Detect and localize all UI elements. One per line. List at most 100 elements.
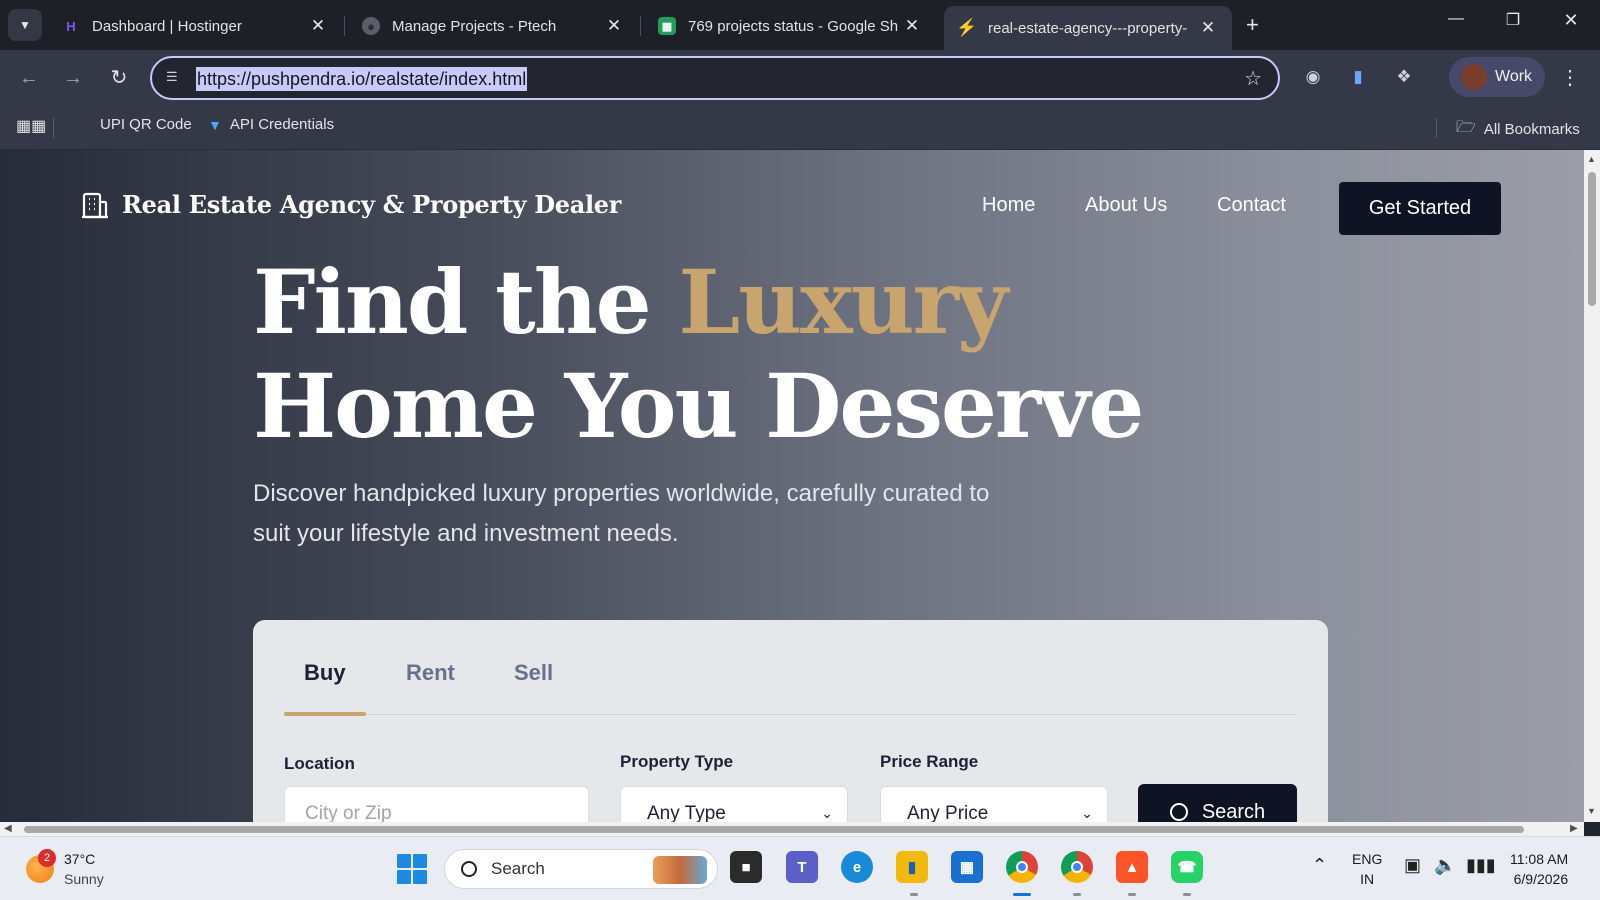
scrollbar-thumb[interactable] xyxy=(24,826,1524,833)
search-icon xyxy=(461,861,477,877)
scroll-up-icon[interactable]: ▲ xyxy=(1587,154,1596,164)
nav-home[interactable]: Home xyxy=(982,194,1035,217)
taskbar-search[interactable]: Search xyxy=(444,849,718,889)
building-icon xyxy=(82,192,108,218)
tab-hostinger[interactable]: H Dashboard | Hostinger ✕ xyxy=(58,8,332,44)
task-view-icon[interactable]: ■ xyxy=(730,851,762,883)
network-icon[interactable]: ▣ xyxy=(1404,855,1421,876)
nav-contact[interactable]: Contact xyxy=(1217,194,1286,217)
close-tab-icon[interactable]: ✕ xyxy=(604,16,624,36)
camera-icon[interactable]: ◉ xyxy=(1302,66,1324,88)
edge-icon[interactable]: e xyxy=(841,851,873,883)
app-running-indicator xyxy=(1073,893,1081,896)
bookmarks-bar: ▦▦ UPI QR Code ▼ API Credentials 🗁 All B… xyxy=(0,104,1600,150)
address-bar[interactable]: ☰ https://pushpendra.io/realstate/index.… xyxy=(150,56,1280,100)
all-bookmarks-button[interactable]: 🗁 All Bookmarks xyxy=(1456,116,1580,143)
chrome-icon[interactable] xyxy=(1061,851,1093,883)
search-tab-buy[interactable]: Buy xyxy=(304,660,346,686)
horizontal-scrollbar[interactable]: ◀ ▶ xyxy=(0,822,1584,836)
windows-taskbar: 2 37°C Sunny Search ■ T e ▮ ▦ ▲ ☎ ⌃ ENG … xyxy=(0,836,1600,900)
bookmark-divider xyxy=(1436,118,1437,138)
close-tab-icon[interactable]: ✕ xyxy=(1198,18,1218,38)
property-type-select[interactable]: Any Type ⌄ xyxy=(620,786,848,822)
price-range-value: Any Price xyxy=(907,803,989,822)
bookmark-upi-qr[interactable]: UPI QR Code xyxy=(100,116,192,133)
forward-arrow-icon[interactable]: → xyxy=(60,65,86,91)
bookmark-label: API Credentials xyxy=(229,116,335,133)
region-code: IN xyxy=(1360,871,1375,887)
profile-button[interactable]: Work xyxy=(1449,57,1545,97)
sheets-icon: ▦ xyxy=(658,17,676,35)
language-indicator[interactable]: ENG IN xyxy=(1352,849,1382,889)
scroll-down-icon[interactable]: ▼ xyxy=(1587,806,1596,816)
brave-icon[interactable]: ▲ xyxy=(1116,851,1148,883)
url-text[interactable]: https://pushpendra.io/realstate/index.ht… xyxy=(196,67,528,91)
site-brand-name: Real Estate Agency & Property Dealer xyxy=(122,190,622,219)
tab-manage-projects[interactable]: ● Manage Projects - Ptech ✕ xyxy=(358,8,628,44)
bookmark-api-credentials[interactable]: ▼ API Credentials xyxy=(208,116,334,133)
tab-google-sheets[interactable]: ▦ 769 projects status - Google Sh ✕ xyxy=(654,8,926,44)
chrome-work-icon[interactable] xyxy=(1006,851,1038,883)
tab-strip: ▼ H Dashboard | Hostinger ✕ ● Manage Pro… xyxy=(0,0,1600,50)
all-bookmarks-label: All Bookmarks xyxy=(1483,121,1580,138)
weather-widget[interactable]: 2 37°C Sunny xyxy=(26,849,104,889)
scroll-left-icon[interactable]: ◀ xyxy=(4,823,12,834)
bookmark-star-icon[interactable]: ☆ xyxy=(1244,66,1262,91)
bolt-icon: ⚡ xyxy=(956,18,978,37)
search-icon xyxy=(1169,803,1188,821)
taskbar-search-label: Search xyxy=(491,859,545,878)
close-tab-icon[interactable]: ✕ xyxy=(902,16,922,36)
browser-toolbar: ← → ↻ ☰ https://pushpendra.io/realstate/… xyxy=(0,50,1600,104)
extension-doc-icon[interactable]: ▮ xyxy=(1347,66,1369,88)
clock-date: 6/9/2026 xyxy=(1513,871,1569,887)
weather-temp: 37°C xyxy=(64,851,96,867)
minimize-icon[interactable]: — xyxy=(1441,10,1471,28)
active-tab-indicator xyxy=(284,712,366,716)
avatar xyxy=(1461,64,1487,90)
tab-title: real-estate-agency---property- xyxy=(988,19,1188,37)
clock[interactable]: 11:08 AM 6/9/2026 xyxy=(1510,849,1568,889)
more-menu-icon[interactable]: ⋮ xyxy=(1560,65,1580,90)
whatsapp-icon[interactable]: ☎ xyxy=(1171,851,1203,883)
tab-search-button[interactable]: ▼ xyxy=(8,9,42,41)
file-explorer-icon[interactable]: ▮ xyxy=(896,851,928,883)
chevron-down-icon: ▼ xyxy=(19,18,31,32)
site-logo[interactable]: Real Estate Agency & Property Dealer xyxy=(80,190,621,219)
restore-icon[interactable]: ❐ xyxy=(1498,10,1528,30)
notification-badge: 2 xyxy=(38,849,56,867)
new-tab-button[interactable]: + xyxy=(1246,12,1259,38)
get-started-button[interactable]: Get Started xyxy=(1339,182,1501,235)
volume-icon[interactable]: 🔈 xyxy=(1434,855,1456,876)
vertical-scrollbar[interactable]: ▲ ▼ xyxy=(1584,150,1600,822)
sun-icon: 2 xyxy=(26,849,56,883)
scroll-right-icon[interactable]: ▶ xyxy=(1570,823,1578,834)
chevron-up-icon[interactable]: ⌃ xyxy=(1312,855,1327,876)
price-range-select[interactable]: Any Price ⌄ xyxy=(880,786,1108,822)
close-window-icon[interactable]: ✕ xyxy=(1556,10,1586,31)
search-button[interactable]: Search xyxy=(1138,784,1297,822)
apps-grid-icon[interactable]: ▦▦ xyxy=(16,116,46,136)
clock-time: 11:08 AM xyxy=(1510,851,1569,867)
search-tab-rent[interactable]: Rent xyxy=(406,660,455,686)
tab-divider-line xyxy=(284,714,1297,715)
tab-divider xyxy=(344,16,345,36)
profile-label: Work xyxy=(1495,68,1533,85)
close-tab-icon[interactable]: ✕ xyxy=(308,16,328,36)
scrollbar-thumb[interactable] xyxy=(1588,172,1596,306)
back-arrow-icon[interactable]: ← xyxy=(16,65,42,91)
weather-condition: Sunny xyxy=(64,871,104,887)
site-settings-icon[interactable]: ☰ xyxy=(166,69,186,87)
reload-icon[interactable]: ↻ xyxy=(106,65,132,91)
microsoft-store-icon[interactable]: ▦ xyxy=(951,851,983,883)
windows-start-icon[interactable] xyxy=(397,854,427,884)
tab-title: Dashboard | Hostinger xyxy=(92,17,242,35)
location-input[interactable]: City or Zip xyxy=(284,786,589,822)
battery-icon[interactable]: ▮▮▮ xyxy=(1466,855,1496,876)
nav-about-us[interactable]: About Us xyxy=(1085,194,1167,217)
tab-title: Manage Projects - Ptech xyxy=(392,17,557,35)
tab-real-estate[interactable]: ⚡ real-estate-agency---property- ✕ xyxy=(944,6,1232,50)
extensions-puzzle-icon[interactable]: ❖ xyxy=(1393,66,1415,88)
tab-title: 769 projects status - Google Sh xyxy=(688,17,899,35)
teams-icon[interactable]: T xyxy=(786,851,818,883)
search-tab-sell[interactable]: Sell xyxy=(514,660,553,686)
